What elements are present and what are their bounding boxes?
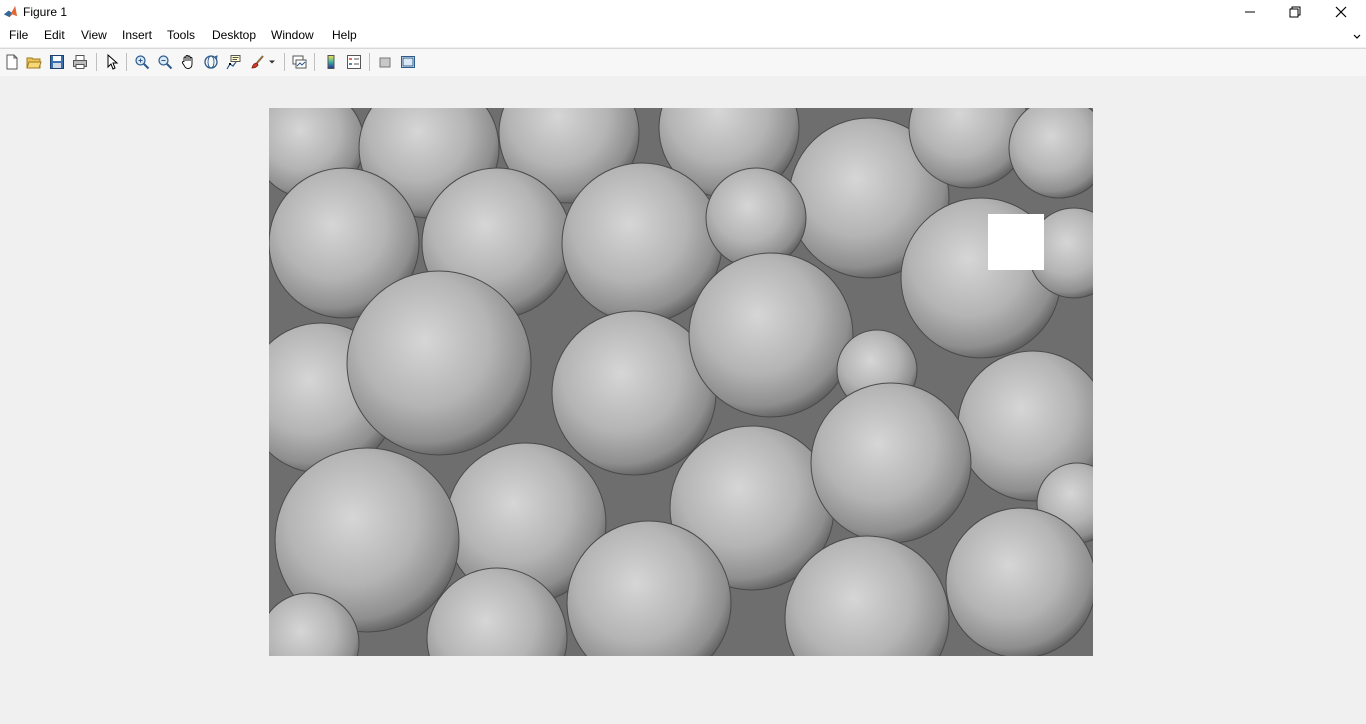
brush-icon bbox=[251, 55, 264, 69]
close-icon bbox=[1335, 6, 1347, 18]
link-plot-icon bbox=[292, 55, 307, 69]
menu-help[interactable]: Help bbox=[331, 28, 358, 42]
show-plot-tools-icon bbox=[401, 56, 415, 68]
fruit-photo bbox=[269, 108, 1093, 656]
title-bar: Figure 1 bbox=[0, 0, 1366, 24]
hide-plot-tools-icon bbox=[379, 57, 391, 68]
colorbar-icon bbox=[327, 55, 335, 69]
data-cursor-button[interactable] bbox=[225, 53, 243, 71]
menu-tools[interactable]: Tools bbox=[166, 28, 196, 42]
zoom-out-icon bbox=[158, 55, 173, 70]
zoom-in-button[interactable] bbox=[133, 53, 151, 71]
hide-plot-tools-button[interactable] bbox=[376, 53, 394, 71]
menu-insert[interactable]: Insert bbox=[121, 28, 153, 42]
insert-colorbar-button[interactable] bbox=[322, 53, 340, 71]
restore-button[interactable] bbox=[1272, 0, 1318, 24]
print-button[interactable] bbox=[71, 53, 89, 71]
toolbar-separator bbox=[126, 53, 127, 71]
close-button[interactable] bbox=[1318, 0, 1364, 24]
save-disk-icon bbox=[50, 55, 64, 69]
hand-pan-icon bbox=[181, 55, 193, 69]
printer-icon bbox=[73, 55, 87, 69]
toolbar-separator bbox=[96, 53, 97, 71]
matlab-logo-icon bbox=[3, 4, 18, 19]
menu-desktop[interactable]: Desktop bbox=[211, 28, 257, 42]
toolbar-separator bbox=[284, 53, 285, 71]
menu-edit[interactable]: Edit bbox=[43, 28, 66, 42]
figure-toolbar bbox=[0, 48, 1366, 77]
zoom-in-icon bbox=[135, 55, 150, 70]
minimize-icon bbox=[1245, 11, 1255, 13]
rotate-3d-icon bbox=[204, 55, 218, 69]
toolbar-separator bbox=[369, 53, 370, 71]
menu-bar: File Edit View Insert Tools Desktop Wind… bbox=[0, 24, 1366, 47]
white-patch bbox=[988, 214, 1044, 270]
menu-overflow-icon[interactable] bbox=[1352, 30, 1362, 40]
open-file-button[interactable] bbox=[25, 53, 43, 71]
edit-plot-button[interactable] bbox=[103, 53, 121, 71]
toolbar-separator bbox=[314, 53, 315, 71]
restore-icon bbox=[1289, 6, 1301, 18]
rotate-3d-button[interactable] bbox=[202, 53, 220, 71]
link-plot-button[interactable] bbox=[290, 53, 308, 71]
grayscale-fruit-image[interactable] bbox=[269, 108, 1093, 656]
save-button[interactable] bbox=[48, 53, 66, 71]
insert-legend-button[interactable] bbox=[345, 53, 363, 71]
brush-button[interactable] bbox=[249, 53, 267, 71]
open-folder-icon bbox=[26, 57, 42, 69]
window-title: Figure 1 bbox=[23, 5, 68, 19]
show-plot-tools-button[interactable] bbox=[399, 53, 417, 71]
zoom-out-button[interactable] bbox=[156, 53, 174, 71]
pan-button[interactable] bbox=[179, 53, 197, 71]
new-figure-button[interactable] bbox=[3, 53, 21, 71]
menu-file[interactable]: File bbox=[8, 28, 29, 42]
data-cursor-icon bbox=[226, 55, 241, 70]
minimize-button[interactable] bbox=[1227, 0, 1273, 24]
menu-window[interactable]: Window bbox=[270, 28, 315, 42]
chevron-down-icon bbox=[269, 60, 275, 64]
new-document-icon bbox=[6, 54, 18, 70]
brush-dropdown[interactable] bbox=[266, 53, 278, 71]
legend-icon bbox=[347, 55, 361, 69]
menu-view[interactable]: View bbox=[80, 28, 108, 42]
arrow-pointer-icon bbox=[107, 54, 119, 70]
